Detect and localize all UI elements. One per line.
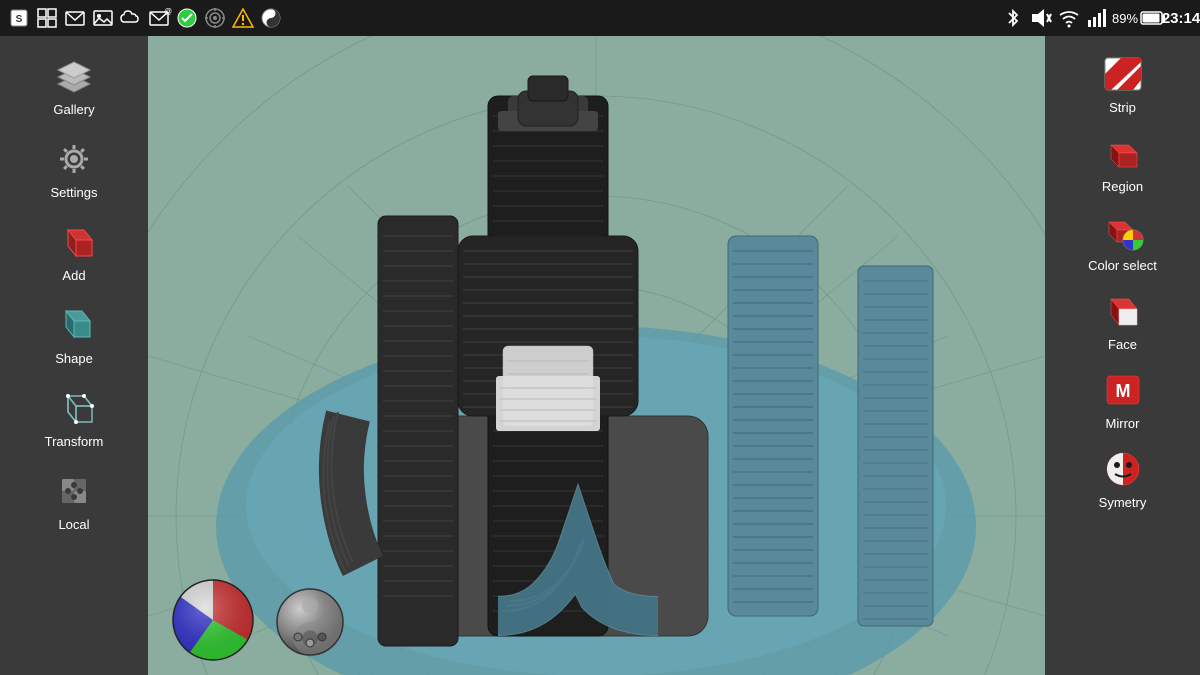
shape-icon [48, 303, 100, 347]
right-item-face[interactable]: Face [1045, 281, 1200, 360]
check-circle-icon [176, 7, 198, 29]
battery-percent-label: 89% [1114, 7, 1136, 29]
shape-label: Shape [55, 351, 93, 366]
model-canvas [148, 36, 1045, 675]
color-select-icon [1097, 210, 1149, 254]
bluetooth-icon [1002, 7, 1024, 29]
warning-icon [232, 7, 254, 29]
right-item-symetry[interactable]: Symetry [1045, 439, 1200, 518]
region-icon [1097, 131, 1149, 175]
settings-label: Settings [51, 185, 98, 200]
sidebar-item-local[interactable]: Local [0, 459, 148, 542]
color-sphere[interactable] [168, 575, 258, 665]
sidebar-item-shape[interactable]: Shape [0, 293, 148, 376]
gallery-label: Gallery [53, 102, 94, 117]
image-icon [92, 7, 114, 29]
mirror-label: Mirror [1106, 416, 1140, 431]
symetry-icon [1097, 447, 1149, 491]
right-sidebar: Strip Region [1045, 36, 1200, 675]
color-select-label: Color select [1088, 258, 1157, 273]
cloud-icon [120, 7, 142, 29]
sidebar-item-add[interactable]: Add [0, 210, 148, 293]
mute-icon [1030, 7, 1052, 29]
transform-label: Transform [45, 434, 104, 449]
symetry-label: Symetry [1099, 495, 1147, 510]
local-icon [48, 469, 100, 513]
app-s-icon: S [8, 7, 30, 29]
sidebar-item-transform[interactable]: Transform [0, 376, 148, 459]
yinyang-icon [260, 7, 282, 29]
material-ball[interactable] [273, 585, 348, 660]
add-label: Add [62, 268, 85, 283]
right-item-mirror[interactable]: M Mirror [1045, 360, 1200, 439]
strip-label: Strip [1109, 100, 1136, 115]
battery-icon [1142, 7, 1164, 29]
transform-icon [48, 386, 100, 430]
face-icon [1097, 289, 1149, 333]
face-label: Face [1108, 337, 1137, 352]
mail2-icon: @ [148, 7, 170, 29]
signal-icon [1086, 7, 1108, 29]
status-icons-right: 89% 23:14 [1002, 7, 1192, 29]
settings-icon [48, 137, 100, 181]
region-label: Region [1102, 179, 1143, 194]
gallery-icon [48, 54, 100, 98]
right-item-strip[interactable]: Strip [1045, 44, 1200, 123]
strip-icon [1097, 52, 1149, 96]
add-icon [48, 220, 100, 264]
viewport[interactable] [148, 36, 1045, 675]
left-sidebar: Gallery [0, 36, 148, 675]
grid-icon [36, 7, 58, 29]
mail-icon [64, 7, 86, 29]
sidebar-item-settings[interactable]: Settings [0, 127, 148, 210]
main-area: Gallery [0, 36, 1200, 675]
status-icons-left: S [8, 7, 282, 29]
local-label: Local [58, 517, 89, 532]
svg-text:M: M [1115, 381, 1130, 401]
right-item-color-select[interactable]: Color select [1045, 202, 1200, 281]
sidebar-item-gallery[interactable]: Gallery [0, 44, 148, 127]
target-icon [204, 7, 226, 29]
wifi-icon [1058, 7, 1080, 29]
svg-text:@: @ [164, 7, 172, 16]
svg-text:S: S [16, 14, 23, 25]
right-item-region[interactable]: Region [1045, 123, 1200, 202]
clock-display: 23:14 [1170, 7, 1192, 29]
mirror-icon: M [1097, 368, 1149, 412]
status-bar: S [0, 0, 1200, 36]
